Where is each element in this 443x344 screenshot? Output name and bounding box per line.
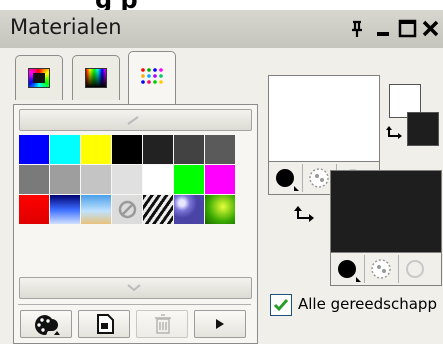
- swatch-grid-icon: [140, 67, 164, 87]
- panel-title: Materialen: [10, 15, 122, 39]
- gradient-frame-icon: [28, 68, 50, 88]
- swatch[interactable]: [205, 165, 235, 194]
- new-document-icon: [97, 314, 114, 334]
- minimize-icon[interactable]: [372, 17, 396, 41]
- swatch-options-button[interactable]: [20, 310, 72, 338]
- title-bar: Materialen: [0, 10, 443, 48]
- new-swatch-button[interactable]: [78, 310, 130, 338]
- foreground-color-swatch[interactable]: [269, 76, 379, 158]
- swatch[interactable]: [81, 135, 111, 164]
- tab-spectrum[interactable]: [72, 55, 120, 100]
- color-spectrum-icon: [85, 68, 107, 88]
- scroll-up-button[interactable]: [19, 109, 252, 131]
- background-color-swatch[interactable]: [331, 171, 441, 253]
- swatch[interactable]: [143, 165, 173, 194]
- null-swatch[interactable]: [112, 195, 142, 224]
- swatch-content: [13, 104, 258, 344]
- color-style-icon[interactable]: [269, 164, 303, 192]
- play-arrow-icon: [216, 319, 224, 329]
- swatch-pattern-sphere[interactable]: [174, 195, 204, 224]
- swatch[interactable]: [205, 135, 235, 164]
- caption-fragment: g p: [95, 0, 443, 10]
- background-properties[interactable]: [330, 170, 442, 286]
- transparent-style-icon[interactable]: [399, 255, 432, 283]
- swatch[interactable]: [19, 135, 49, 164]
- more-button[interactable]: [194, 310, 246, 338]
- swatch-gradient-blue[interactable]: [50, 195, 80, 224]
- tab-strip: [15, 51, 176, 105]
- chevron-down-icon: [127, 284, 141, 292]
- swatch[interactable]: [174, 135, 204, 164]
- swap-colors-icon[interactable]: [385, 124, 405, 144]
- trash-icon: [155, 314, 171, 334]
- all-tools-label: Alle gereedschapp: [298, 295, 437, 313]
- swatch-pattern-green[interactable]: [205, 195, 235, 224]
- delete-swatch-button[interactable]: [136, 310, 188, 338]
- all-tools-checkbox-row[interactable]: Alle gereedschapp: [270, 294, 443, 318]
- checkmark-icon: [273, 299, 289, 312]
- palette-icon: [35, 315, 60, 335]
- background-style-bar: [331, 252, 441, 285]
- tab-frame[interactable]: [15, 55, 63, 100]
- color-style-icon[interactable]: [331, 255, 365, 283]
- materials-panel: Materialen Alle gereedschapp: [0, 10, 443, 344]
- swatch[interactable]: [143, 135, 173, 164]
- swap-properties-icon[interactable]: [293, 204, 317, 228]
- pin-icon[interactable]: [345, 17, 369, 41]
- swatch-button-bar: [18, 304, 251, 338]
- swatch[interactable]: [81, 165, 111, 194]
- close-icon[interactable]: [419, 17, 443, 41]
- chevron-up-icon: [127, 116, 139, 125]
- tab-swatches[interactable]: [128, 51, 176, 104]
- swatch-pattern-zebra[interactable]: [143, 195, 173, 224]
- texture-style-icon[interactable]: [365, 255, 399, 283]
- swatch[interactable]: [174, 165, 204, 194]
- swatch[interactable]: [112, 135, 142, 164]
- scroll-down-button[interactable]: [19, 277, 252, 299]
- swatch[interactable]: [50, 165, 80, 194]
- all-tools-checkbox[interactable]: [270, 294, 292, 316]
- small-background-swatch[interactable]: [407, 112, 439, 146]
- swatch[interactable]: [50, 135, 80, 164]
- swatch-grid: [19, 135, 235, 224]
- swatch-gradient-sky[interactable]: [81, 195, 111, 224]
- null-icon: [118, 200, 137, 219]
- maximize-icon[interactable]: [396, 17, 420, 41]
- swatch[interactable]: [19, 165, 49, 194]
- swatch-gradient-red[interactable]: [19, 195, 49, 224]
- swatch[interactable]: [112, 165, 142, 194]
